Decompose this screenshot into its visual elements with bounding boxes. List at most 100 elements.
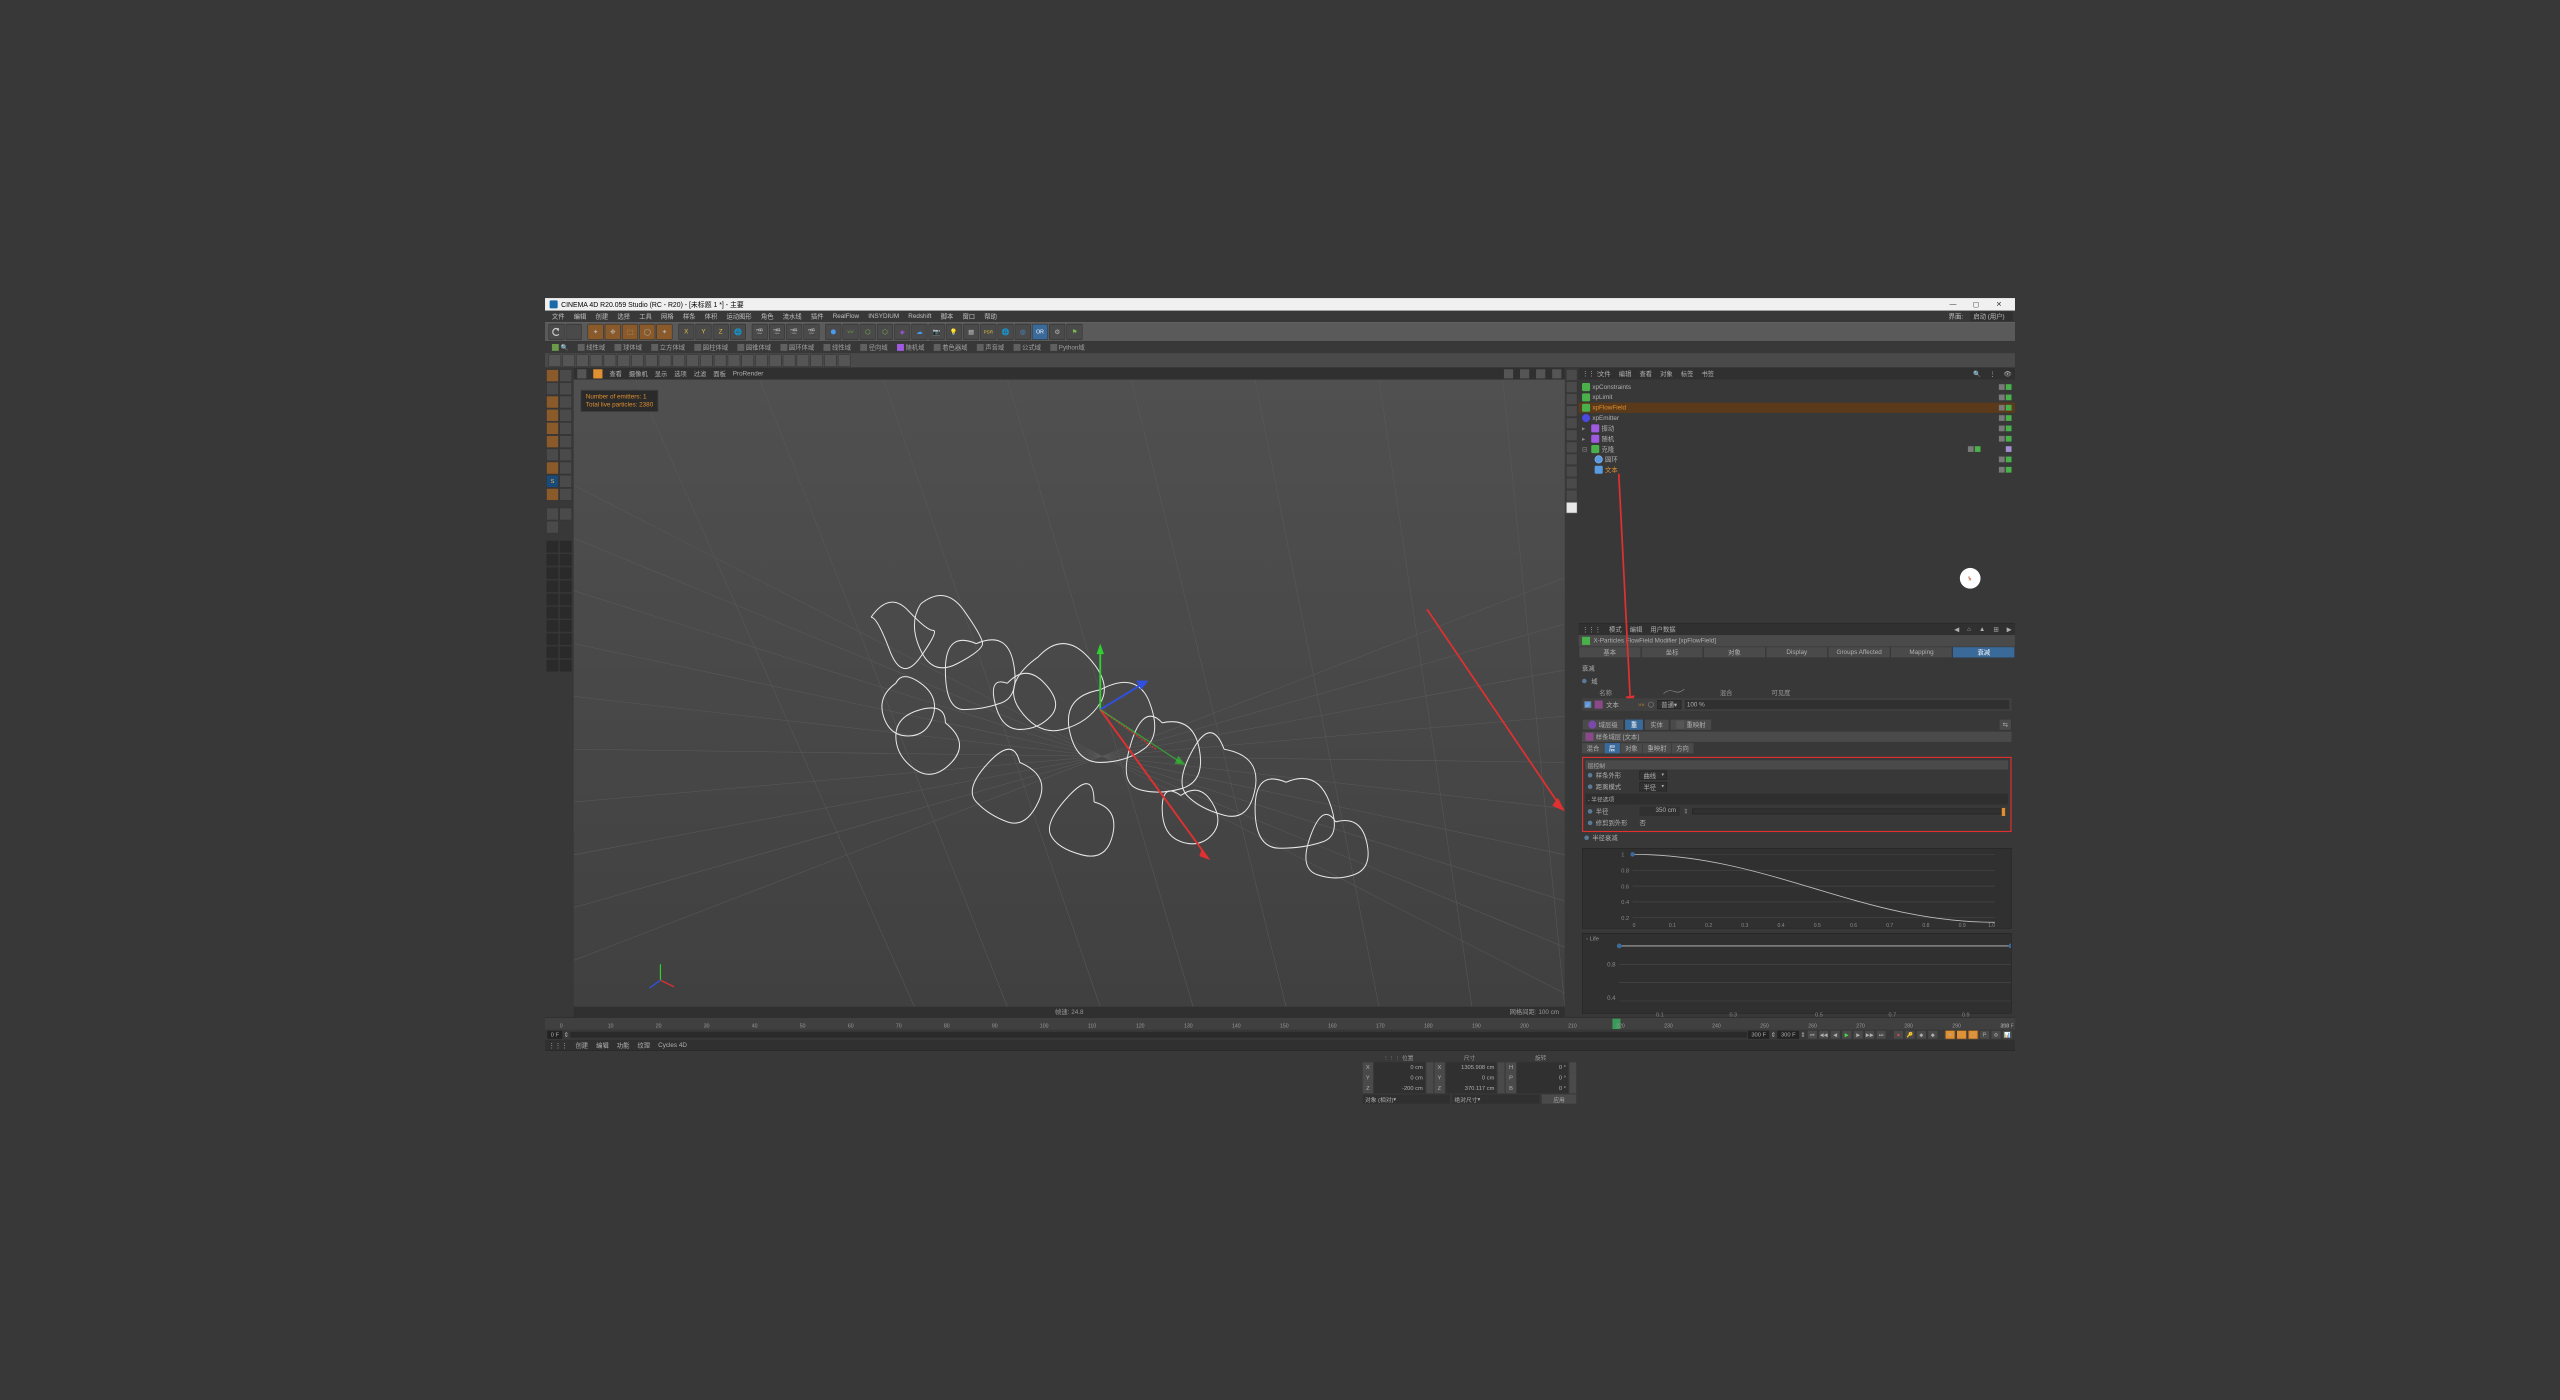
om-menu-file[interactable]: 文件 [1598, 369, 1611, 378]
vp-menu-prorender[interactable]: ProRender [733, 370, 764, 377]
misc[interactable] [559, 409, 572, 422]
menu-file[interactable]: 文件 [547, 312, 569, 321]
field-sound[interactable]: 声音域 [973, 343, 1007, 352]
sub-btn[interactable] [728, 354, 741, 367]
attr-menu-mode[interactable]: 模式 [1609, 625, 1622, 634]
coord-space-dropdown[interactable]: 对象 (相对) ▾ [1363, 1094, 1450, 1103]
key-button[interactable]: ◆ [1916, 1030, 1926, 1039]
slider-handle[interactable] [2002, 808, 2005, 816]
sub-btn[interactable] [631, 354, 644, 367]
vp-menu-panel[interactable]: 面板 [713, 369, 726, 378]
menu-select[interactable]: 选择 [613, 312, 635, 321]
spinner-icon[interactable]: ⇕ [1683, 808, 1689, 815]
timeline-ruler[interactable]: 0102030405060708090100110120130140150160… [545, 1018, 2015, 1030]
next-key-button[interactable]: ▶▶ [1865, 1030, 1875, 1039]
attr-nav-icon[interactable]: ⊞ [1993, 626, 1998, 633]
attr-tab-coord[interactable]: 坐标 [1641, 647, 1703, 658]
om-filter-icon[interactable]: ⋮ [1989, 370, 1995, 377]
deformer[interactable]: ◈ [894, 324, 910, 340]
pos-x-input[interactable]: 0 cm [1374, 1062, 1425, 1072]
swatch[interactable] [559, 593, 572, 606]
sub-btn[interactable] [824, 354, 837, 367]
vp-menu-options[interactable]: 选项 [674, 369, 687, 378]
prev-key-button[interactable]: ◀◀ [1819, 1030, 1829, 1039]
swatch[interactable] [546, 633, 559, 646]
sub-btn[interactable] [769, 354, 782, 367]
vs-btn[interactable] [1566, 369, 1577, 380]
sub-btn[interactable] [548, 354, 561, 367]
blend-mode-dropdown[interactable]: 普通 ▾ [1657, 700, 1681, 709]
layout-dropdown[interactable]: 启动 (用户) [1970, 312, 2013, 321]
tool-psr[interactable]: PSR [980, 324, 996, 340]
attr-nav-icon[interactable]: ⌂ [1967, 626, 1971, 633]
field-cube[interactable]: 立方体域 [648, 343, 689, 352]
menu-mesh[interactable]: 网格 [656, 312, 678, 321]
texture-mode[interactable] [546, 382, 559, 395]
play-button[interactable]: ▶ [1842, 1030, 1852, 1039]
field-linear2[interactable]: 线性域 [820, 343, 854, 352]
subtab-extra[interactable]: ⇆ [1999, 719, 2012, 730]
field-linear[interactable]: 线性域 [574, 343, 608, 352]
tool-globe[interactable]: 🌐 [997, 324, 1013, 340]
menu-plugin[interactable]: 插件 [806, 312, 828, 321]
menu-help[interactable]: 帮助 [980, 312, 1002, 321]
sub-btn[interactable] [797, 354, 810, 367]
attr-tab-groups[interactable]: Groups Affected [1828, 647, 1890, 658]
vp-nav-icon[interactable] [1504, 369, 1513, 378]
swatch[interactable] [546, 646, 559, 659]
poly-mode[interactable] [546, 435, 559, 448]
spline-tab-direction[interactable]: 方向 [1672, 743, 1694, 753]
sub-btn[interactable] [741, 354, 754, 367]
mm-menu-function[interactable]: 功能 [617, 1041, 630, 1050]
misc-button[interactable]: 📊 [2002, 1030, 2012, 1039]
menu-window[interactable]: 窗口 [958, 312, 980, 321]
goto-end-button[interactable]: ⏭ [1876, 1030, 1886, 1039]
collapse-icon[interactable]: ⊟ [1582, 445, 1589, 452]
misc[interactable] [546, 521, 559, 534]
recent-tool[interactable]: ✦ [656, 324, 672, 340]
object-row[interactable]: 圆环 [1579, 454, 2015, 464]
field-formula[interactable]: 公式域 [1010, 343, 1044, 352]
attr-tab-object[interactable]: 对象 [1703, 647, 1765, 658]
swatch[interactable] [559, 606, 572, 619]
close-button[interactable]: ✕ [1987, 300, 2010, 308]
goto-start-button[interactable]: ⏮ [1807, 1030, 1817, 1039]
edge-mode[interactable] [546, 422, 559, 435]
object-row[interactable]: 文本 [1579, 465, 2015, 475]
swatch[interactable] [546, 593, 559, 606]
object-row-selected[interactable]: xpFlowField [1579, 403, 2015, 413]
object-row[interactable]: ▸随机 [1579, 434, 2015, 444]
spinner-icon[interactable] [1498, 1062, 1505, 1072]
vp-menu-filter[interactable]: 过滤 [694, 369, 707, 378]
life-graph[interactable]: ◦ Life 0.8 0.4 0.10.30.50.70.9 [1582, 933, 2012, 1013]
render-pv[interactable]: 🎬 [786, 324, 802, 340]
vp-menu-view[interactable]: 查看 [609, 369, 622, 378]
spinner-icon[interactable] [1426, 1083, 1433, 1093]
object-tree[interactable]: xpConstraints xpLimit xpFlowField xpEmit… [1579, 380, 2015, 623]
swatch[interactable] [546, 659, 559, 672]
menu-realflow[interactable]: RealFlow [828, 313, 864, 320]
subtab-solid[interactable]: 实体 [1644, 719, 1669, 730]
radius-falloff-graph[interactable]: 1 0.8 0.6 0.4 0.2 00.10.20.30.40.50.60.7… [1582, 848, 2012, 928]
render-button[interactable]: 🎬 [752, 324, 768, 340]
prev-frame-button[interactable]: ◀ [1830, 1030, 1840, 1039]
expand-icon[interactable]: ▸ [1582, 435, 1589, 442]
maximize-button[interactable]: ▢ [1964, 300, 1987, 308]
undo-button[interactable] [548, 324, 564, 340]
om-menu-edit[interactable]: 编辑 [1619, 369, 1632, 378]
swatch[interactable] [559, 620, 572, 633]
om-icon[interactable]: ⋮⋮⋮ [1582, 370, 1590, 378]
attr-nav-icon[interactable]: ▲ [1979, 626, 1985, 633]
misc[interactable] [559, 462, 572, 475]
sub-btn[interactable] [617, 354, 630, 367]
spinner-icon[interactable] [1426, 1062, 1433, 1072]
coord-system[interactable]: 🌐 [730, 324, 746, 340]
attr-tab-basic[interactable]: 基本 [1579, 647, 1641, 658]
axis-z[interactable]: Z [713, 324, 729, 340]
misc[interactable] [559, 422, 572, 435]
menu-script[interactable]: 脚本 [936, 312, 958, 321]
om-search-icon[interactable]: 🔍 [1973, 370, 1981, 377]
vs-btn[interactable] [1566, 405, 1577, 416]
spinner-icon[interactable] [1426, 1073, 1433, 1083]
vs-btn[interactable] [1566, 417, 1577, 428]
